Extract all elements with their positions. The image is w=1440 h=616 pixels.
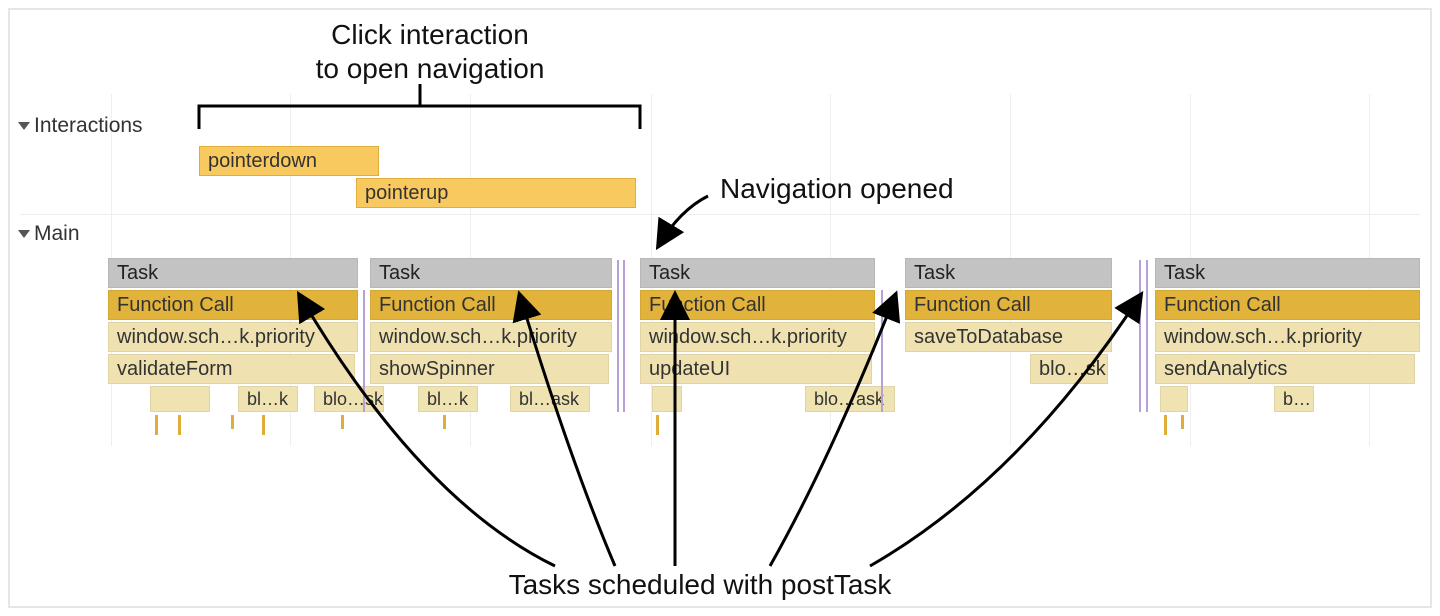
- task-bar[interactable]: Task: [108, 258, 358, 288]
- stack-frame[interactable]: bl…ask: [510, 386, 590, 412]
- stack-frame[interactable]: [1160, 386, 1188, 412]
- track-label-text: Interactions: [34, 114, 143, 138]
- function-call-bar[interactable]: Function Call: [905, 290, 1112, 320]
- track-label-main[interactable]: Main: [18, 222, 80, 246]
- sliver: [1139, 260, 1141, 412]
- tick: [1164, 415, 1167, 435]
- sliver: [881, 290, 883, 412]
- function-call-bar[interactable]: Function Call: [108, 290, 358, 320]
- tick: [443, 415, 446, 429]
- tick: [231, 415, 234, 429]
- stack-frame[interactable]: blo…sk: [1030, 354, 1108, 384]
- function-call-bar[interactable]: Function Call: [370, 290, 612, 320]
- stack-frame[interactable]: [652, 386, 682, 412]
- stack-frame[interactable]: blo…sk: [314, 386, 384, 412]
- tick: [341, 415, 344, 429]
- chevron-down-icon: [18, 122, 30, 130]
- annotation-top: Click interaction to open navigation: [210, 18, 650, 85]
- annotation-bottom: Tasks scheduled with postTask: [420, 568, 980, 602]
- function-call-bar[interactable]: Function Call: [640, 290, 875, 320]
- stack-frame[interactable]: window.sch…k.priority: [108, 322, 358, 352]
- stack-frame[interactable]: bl…k: [418, 386, 478, 412]
- tick: [178, 415, 181, 435]
- sliver: [623, 260, 625, 412]
- tick: [155, 415, 158, 435]
- tick: [262, 415, 265, 435]
- task-bar[interactable]: Task: [640, 258, 875, 288]
- tick: [1181, 415, 1184, 429]
- stack-frame[interactable]: saveToDatabase: [905, 322, 1112, 352]
- task-bar[interactable]: Task: [1155, 258, 1420, 288]
- stack-frame[interactable]: sendAnalytics: [1155, 354, 1415, 384]
- sliver: [1146, 260, 1148, 412]
- chevron-down-icon: [18, 230, 30, 238]
- sliver: [363, 290, 365, 412]
- track-separator: [20, 214, 1420, 215]
- stack-frame[interactable]: window.sch…k.priority: [1155, 322, 1420, 352]
- task-bar[interactable]: Task: [905, 258, 1112, 288]
- annotation-nav-opened: Navigation opened: [720, 172, 954, 206]
- task-bar[interactable]: Task: [370, 258, 612, 288]
- track-label-interactions[interactable]: Interactions: [18, 114, 143, 138]
- interaction-pointerup[interactable]: pointerup: [356, 178, 636, 208]
- stack-frame[interactable]: validateForm: [108, 354, 355, 384]
- interaction-pointerdown[interactable]: pointerdown: [199, 146, 379, 176]
- stack-frame[interactable]: bl…k: [238, 386, 298, 412]
- tick: [656, 415, 659, 435]
- sliver: [617, 260, 619, 412]
- stack-frame[interactable]: window.sch…k.priority: [370, 322, 612, 352]
- stack-frame[interactable]: window.sch…k.priority: [640, 322, 875, 352]
- stack-frame[interactable]: updateUI: [640, 354, 872, 384]
- stack-frame[interactable]: b…: [1274, 386, 1314, 412]
- stack-frame[interactable]: showSpinner: [370, 354, 609, 384]
- track-label-text: Main: [34, 222, 80, 246]
- stack-frame[interactable]: [150, 386, 210, 412]
- function-call-bar[interactable]: Function Call: [1155, 290, 1420, 320]
